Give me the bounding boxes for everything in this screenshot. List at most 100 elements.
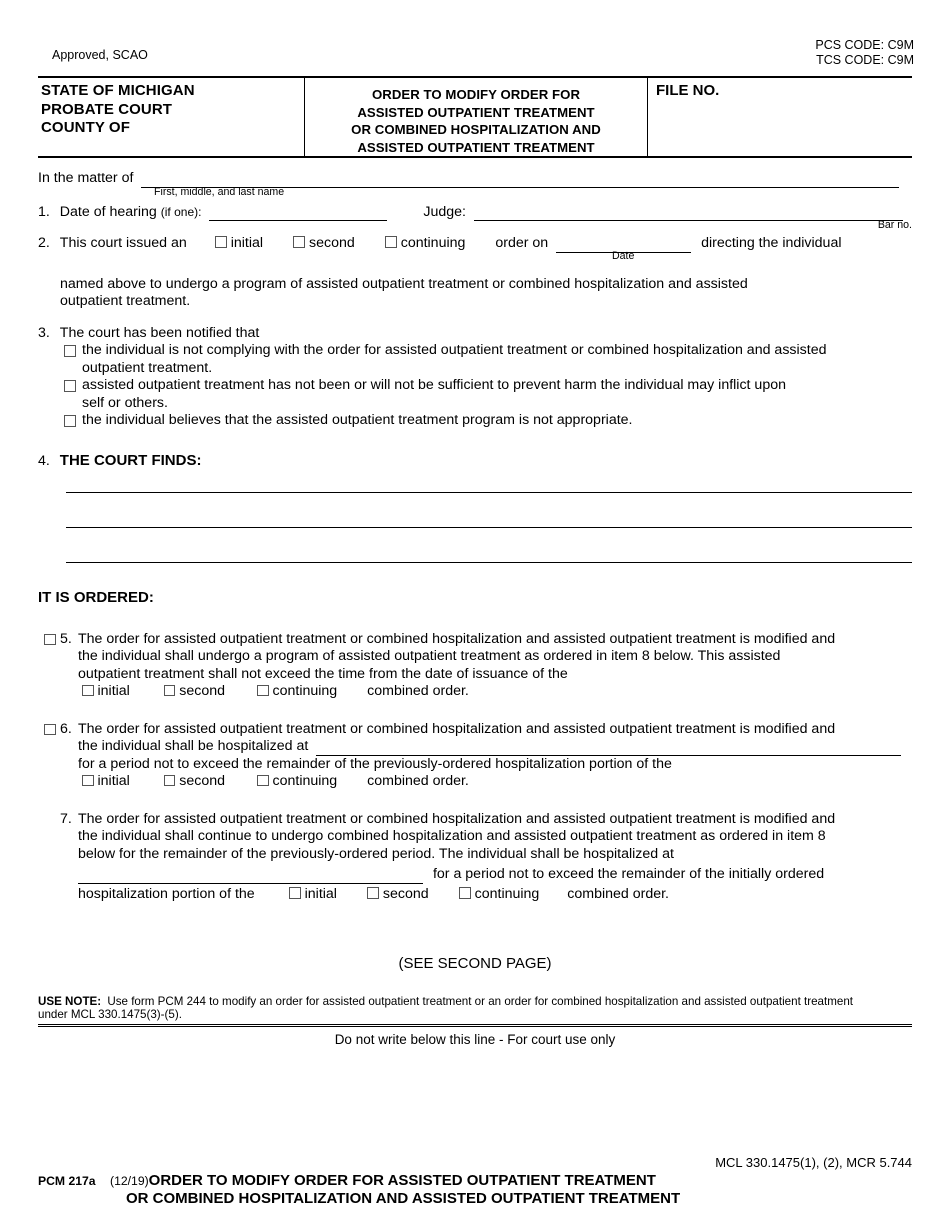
checkbox-icon[interactable] [64, 345, 76, 357]
item-6-line-2-text: the individual shall be hospitalized at [78, 738, 309, 754]
item-4-heading: THE COURT FINDS: [59, 451, 202, 469]
item-3-option-1[interactable]: the individual is not complying with the… [64, 342, 912, 377]
item-3-option-1-line-2: outpatient treatment. [82, 359, 213, 376]
item-7-line-4-text: for a period not to exceed the remainder… [432, 866, 825, 882]
court-identification: STATE OF MICHIGAN PROBATE COURT COUNTY O… [38, 78, 304, 156]
item-5-second-label: second [179, 683, 226, 699]
state-line: STATE OF MICHIGAN [41, 82, 195, 99]
hospital-name-input-6[interactable] [316, 741, 902, 756]
form-title-line-3: OR COMBINED HOSPITALIZATION AND [351, 122, 601, 137]
form-revision-date: (12/19) [110, 1174, 149, 1188]
see-second-page-note: (SEE SECOND PAGE) [398, 955, 552, 972]
item-3-option-3-line-1: the individual believes that the assiste… [82, 412, 633, 428]
county-line: COUNTY OF [41, 119, 130, 136]
item-7-continuing-option[interactable]: continuing [458, 885, 540, 902]
footer-citation: MCL 330.1475(1), (2), MCR 5.744 [715, 1155, 912, 1170]
matter-label: In the matter of [38, 170, 134, 186]
checkbox-icon[interactable] [214, 236, 227, 248]
item-2-second-option[interactable]: second [293, 235, 355, 251]
file-no-input[interactable] [656, 99, 912, 151]
item-6-continuing-option[interactable]: continuing [257, 773, 337, 789]
court-use-only-area[interactable] [38, 1048, 912, 1104]
item-2-cont-line-1: named above to undergo a program of assi… [60, 275, 748, 292]
checkbox-icon[interactable] [288, 886, 301, 899]
court-finds-line[interactable] [66, 562, 912, 563]
checkbox-icon[interactable] [163, 774, 176, 786]
item-6-second-option[interactable]: second [163, 773, 225, 789]
item-5-second-option[interactable]: second [163, 683, 226, 699]
form-title-line-2: ASSISTED OUTPATIENT TREATMENT [357, 104, 595, 120]
it-is-ordered-heading: IT IS ORDERED: [38, 589, 154, 606]
checkbox-icon[interactable] [384, 236, 397, 248]
item-6-combined-label: combined order. [367, 773, 469, 789]
checkbox-icon[interactable] [44, 633, 56, 645]
item-1-label: Date of hearing [59, 203, 157, 220]
item-7-line-2: the individual shall continue to undergo… [78, 828, 826, 844]
item-6-initial-option[interactable]: initial [82, 773, 130, 789]
use-note-label: USE NOTE: [38, 994, 102, 1008]
item-1-if-one: (if one): [160, 204, 202, 219]
item-3-option-2[interactable]: assisted outpatient treatment has not be… [64, 377, 912, 412]
court-finds-line[interactable] [66, 527, 912, 528]
use-note-line-2: under MCL 330.1475(3)-(5). [38, 1008, 182, 1021]
pcs-code: PCS CODE: C9M [815, 38, 914, 52]
item-6-line-3: for a period not to exceed the remainder… [78, 755, 672, 772]
approved-scao-label: Approved, SCAO [52, 48, 148, 62]
court-finds-writing-area[interactable] [38, 492, 912, 563]
checkbox-icon[interactable] [257, 684, 269, 696]
item-5-continuing-option[interactable]: continuing [257, 683, 337, 699]
item-2-number: 2. [38, 235, 50, 251]
item-2-cont-line-2: outpatient treatment. [60, 293, 191, 309]
item-7-block: 7. The order for assisted outpatient tre… [38, 811, 912, 904]
checkbox-icon[interactable] [82, 684, 94, 696]
bar-no-caption: Bar no. [877, 219, 912, 231]
footer-first-line: PCM 217a (12/19)ORDER TO MODIFY ORDER FO… [38, 1172, 718, 1190]
checkbox-icon[interactable] [64, 415, 76, 427]
judge-input[interactable] [473, 206, 903, 221]
item-7-line-3: below for the remainder of the previousl… [78, 845, 674, 862]
form-title-line-1: ORDER TO MODIFY ORDER FOR [371, 87, 581, 102]
item-5-initial-option[interactable]: initial [82, 683, 130, 699]
form-title-line-4: ASSISTED OUTPATIENT TREATMENT [357, 139, 595, 155]
item-5-initial-label: initial [97, 683, 130, 699]
checkbox-icon[interactable] [82, 774, 94, 786]
item-3-option-2-line-2: self or others. [82, 394, 168, 411]
item-1-number: 1. [38, 203, 50, 220]
court-line: PROBATE COURT [41, 100, 173, 118]
item-7-second-label: second [382, 885, 429, 902]
item-7-combined-label: combined order. [567, 885, 670, 902]
judge-label: Judge: [423, 203, 466, 220]
footer-title-line-1: ORDER TO MODIFY ORDER FOR ASSISTED OUTPA… [148, 1172, 656, 1189]
item-4-row: 4. THE COURT FINDS: [38, 452, 912, 471]
checkbox-icon[interactable] [293, 236, 306, 248]
item-7-second-option[interactable]: second [366, 885, 429, 902]
form-code: PCM 217a [38, 1174, 96, 1188]
item-2-continuing-option[interactable]: continuing [384, 235, 465, 251]
code-block: PCS CODE: C9M TCS CODE: C9M [815, 38, 914, 67]
checkbox-icon[interactable] [458, 886, 471, 899]
item-7-initial-option[interactable]: initial [288, 886, 337, 902]
checkbox-icon[interactable] [163, 684, 176, 696]
item-2-initial-option[interactable]: initial [214, 235, 264, 251]
court-use-divider [38, 1023, 912, 1027]
item-3-option-3[interactable]: the individual believes that the assiste… [64, 412, 912, 430]
item-5-line-2: the individual shall undergo a program o… [78, 648, 781, 664]
item-5-block: 5. The order for assisted outpatient tre… [38, 631, 912, 701]
hospital-name-input-7[interactable] [78, 869, 423, 884]
court-finds-line[interactable] [66, 492, 912, 493]
item-7-number: 7. [60, 810, 72, 827]
form-page: PCS CODE: C9M TCS CODE: C9M Approved, SC… [0, 0, 950, 1230]
form-title-block: ORDER TO MODIFY ORDER FOR ASSISTED OUTPA… [304, 78, 648, 156]
item-6-continuing-label: continuing [272, 773, 338, 789]
file-no-label: FILE NO. [656, 82, 720, 99]
checkbox-icon[interactable] [44, 723, 56, 735]
date-of-hearing-input[interactable] [209, 206, 388, 221]
item-3-number: 3. [38, 324, 50, 341]
item-3-row: 3. The court has been notified that [38, 325, 912, 343]
item-2-initial-label: initial [230, 235, 264, 251]
checkbox-icon[interactable] [64, 380, 76, 392]
footer-block: PCM 217a (12/19)ORDER TO MODIFY ORDER FO… [38, 1172, 718, 1208]
item-7-continuing-label: continuing [474, 885, 540, 902]
checkbox-icon[interactable] [257, 774, 269, 786]
checkbox-icon[interactable] [366, 886, 379, 899]
